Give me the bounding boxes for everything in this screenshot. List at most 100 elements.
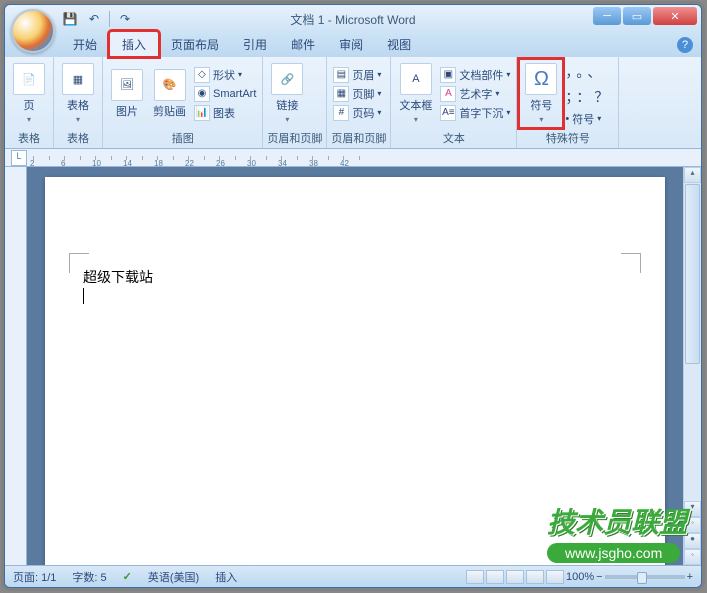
picture-button[interactable]: 🖼 图片 <box>107 67 147 121</box>
links-button[interactable]: 🔗 链接▾ <box>267 61 307 126</box>
pages-button[interactable]: 📄 页▾ <box>9 61 49 126</box>
page-number-button[interactable]: #页码▾ <box>331 104 383 122</box>
scroll-track[interactable] <box>684 365 701 501</box>
statusbar: 页面: 1/1 字数: 5 ✓ 英语(美国) 插入 100% − + <box>5 565 701 587</box>
zoom-in-button[interactable]: + <box>687 571 693 583</box>
punct-row[interactable]: ，。、 <box>563 60 614 84</box>
fullscreen-view[interactable] <box>486 570 504 584</box>
parts-icon: ▣ <box>440 67 456 83</box>
tab-mailings[interactable]: 邮件 <box>279 32 327 57</box>
text-stack: ▣文档部件▾ A艺术字▾ A≡首字下沉▾ <box>438 66 512 122</box>
minimize-button[interactable]: ─ <box>593 7 621 25</box>
dropcap-button[interactable]: A≡首字下沉▾ <box>438 104 512 122</box>
smartart-button[interactable]: ◉SmartArt <box>192 85 258 103</box>
next-page-button[interactable]: ◦ <box>684 549 701 565</box>
group-pages: 📄 页▾ 表格 <box>5 57 54 148</box>
close-button[interactable]: ✕ <box>653 7 697 25</box>
print-layout-view[interactable] <box>466 570 484 584</box>
vertical-scrollbar[interactable]: ▴ ▾ ◦ ● ◦ <box>683 167 701 565</box>
titlebar: 💾 ↶ ↷ 文档 1 - Microsoft Word ─ ▭ ✕ <box>5 5 701 33</box>
redo-icon[interactable]: ↷ <box>116 10 134 28</box>
document-page[interactable]: 超级下载站 <box>45 177 665 565</box>
shapes-icon: ◇ <box>194 67 210 83</box>
tab-insert[interactable]: 插入 <box>109 31 159 57</box>
tab-references[interactable]: 引用 <box>231 32 279 57</box>
insert-mode[interactable]: 插入 <box>215 569 237 585</box>
margin-corner <box>69 253 89 273</box>
tab-review[interactable]: 审阅 <box>327 32 375 57</box>
picture-icon: 🖼 <box>111 69 143 101</box>
group-label: 页眉和页脚 <box>267 128 322 148</box>
window-controls: ─ ▭ ✕ <box>593 7 697 25</box>
tab-view[interactable]: 视图 <box>375 32 423 57</box>
office-button[interactable] <box>11 9 55 53</box>
group-tables-real: ▦ 表格▾ 表格 <box>54 57 103 148</box>
shapes-button[interactable]: ◇形状▾ <box>192 66 258 84</box>
group-label: 表格 <box>9 128 49 148</box>
scroll-thumb[interactable] <box>685 184 700 364</box>
zoom-slider[interactable] <box>605 575 685 579</box>
draft-view[interactable] <box>546 570 564 584</box>
zoom-out-button[interactable]: − <box>596 571 602 583</box>
punct-stack: ，。、 ；：？ •符号▾ <box>563 60 614 128</box>
hf-stack: ▤页眉▾ ▦页脚▾ #页码▾ <box>331 66 383 122</box>
table-button[interactable]: ▦ 表格▾ <box>58 61 98 126</box>
group-header-footer: ▤页眉▾ ▦页脚▾ #页码▾ 页眉和页脚 <box>327 57 391 148</box>
group-text: A 文本框▾ ▣文档部件▾ A艺术字▾ A≡首字下沉▾ 文本 <box>391 57 517 148</box>
wordart-button[interactable]: A艺术字▾ <box>438 85 512 103</box>
group-symbols: Ω 符号▾ ，。、 ；：？ •符号▾ 特殊符号 <box>517 57 619 148</box>
group-links: 🔗 链接▾ 页眉和页脚 <box>263 57 327 148</box>
document-text[interactable]: 超级下载站 <box>83 267 627 287</box>
group-label: 特殊符号 <box>521 128 614 148</box>
group-illustrations: 🖼 图片 🎨 剪贴画 ◇形状▾ ◉SmartArt 📊图表 插图 <box>103 57 263 148</box>
group-label: 插图 <box>107 128 258 148</box>
maximize-button[interactable]: ▭ <box>623 7 651 25</box>
separator <box>109 11 110 27</box>
smartart-icon: ◉ <box>194 86 210 102</box>
spellcheck-icon[interactable]: ✓ <box>123 570 132 583</box>
outline-view[interactable] <box>526 570 544 584</box>
group-label: 文本 <box>395 128 512 148</box>
quickparts-button[interactable]: ▣文档部件▾ <box>438 66 512 84</box>
shapes-stack: ◇形状▾ ◉SmartArt 📊图表 <box>192 66 258 122</box>
omega-icon: Ω <box>525 63 557 95</box>
page-icon: 📄 <box>13 63 45 95</box>
horizontal-ruler[interactable] <box>5 149 701 167</box>
pagenum-icon: # <box>333 105 349 121</box>
header-button[interactable]: ▤页眉▾ <box>331 66 383 84</box>
group-label: 页眉和页脚 <box>331 128 386 148</box>
header-icon: ▤ <box>333 67 349 83</box>
tab-page-layout[interactable]: 页面布局 <box>159 32 231 57</box>
app-window: 💾 ↶ ↷ 文档 1 - Microsoft Word ─ ▭ ✕ 开始 插入 … <box>4 4 702 588</box>
scroll-down-button[interactable]: ▾ <box>684 501 701 517</box>
vertical-ruler[interactable] <box>5 167 27 565</box>
help-icon[interactable]: ? <box>677 37 693 53</box>
symbol-button[interactable]: Ω 符号▾ <box>521 61 561 126</box>
footer-button[interactable]: ▦页脚▾ <box>331 85 383 103</box>
word-count[interactable]: 字数: 5 <box>72 569 106 585</box>
undo-icon[interactable]: ↶ <box>85 10 103 28</box>
save-icon[interactable]: 💾 <box>61 10 79 28</box>
group-label: 表格 <box>58 128 98 148</box>
browse-button[interactable]: ● <box>684 533 701 549</box>
punct-row[interactable]: ；：？ <box>563 85 614 109</box>
text-cursor <box>83 288 84 304</box>
link-icon: 🔗 <box>271 63 303 95</box>
web-layout-view[interactable] <box>506 570 524 584</box>
zoom-level[interactable]: 100% <box>566 571 594 583</box>
clipart-button[interactable]: 🎨 剪贴画 <box>149 67 190 121</box>
document-scroll[interactable]: 超级下载站 <box>27 167 683 565</box>
chart-icon: 📊 <box>194 105 210 121</box>
clipart-icon: 🎨 <box>154 69 186 101</box>
page-indicator[interactable]: 页面: 1/1 <box>13 569 56 585</box>
margin-corner <box>621 253 641 273</box>
status-right: 100% − + <box>466 570 693 584</box>
textbox-button[interactable]: A 文本框▾ <box>395 61 436 126</box>
symbol2-button[interactable]: •符号▾ <box>563 110 614 128</box>
language-indicator[interactable]: 英语(美国) <box>148 569 199 585</box>
scroll-up-button[interactable]: ▴ <box>684 167 701 183</box>
chart-button[interactable]: 📊图表 <box>192 104 258 122</box>
prev-page-button[interactable]: ◦ <box>684 517 701 533</box>
tab-home[interactable]: 开始 <box>61 32 109 57</box>
document-area: 超级下载站 ▴ ▾ ◦ ● ◦ <box>5 167 701 565</box>
